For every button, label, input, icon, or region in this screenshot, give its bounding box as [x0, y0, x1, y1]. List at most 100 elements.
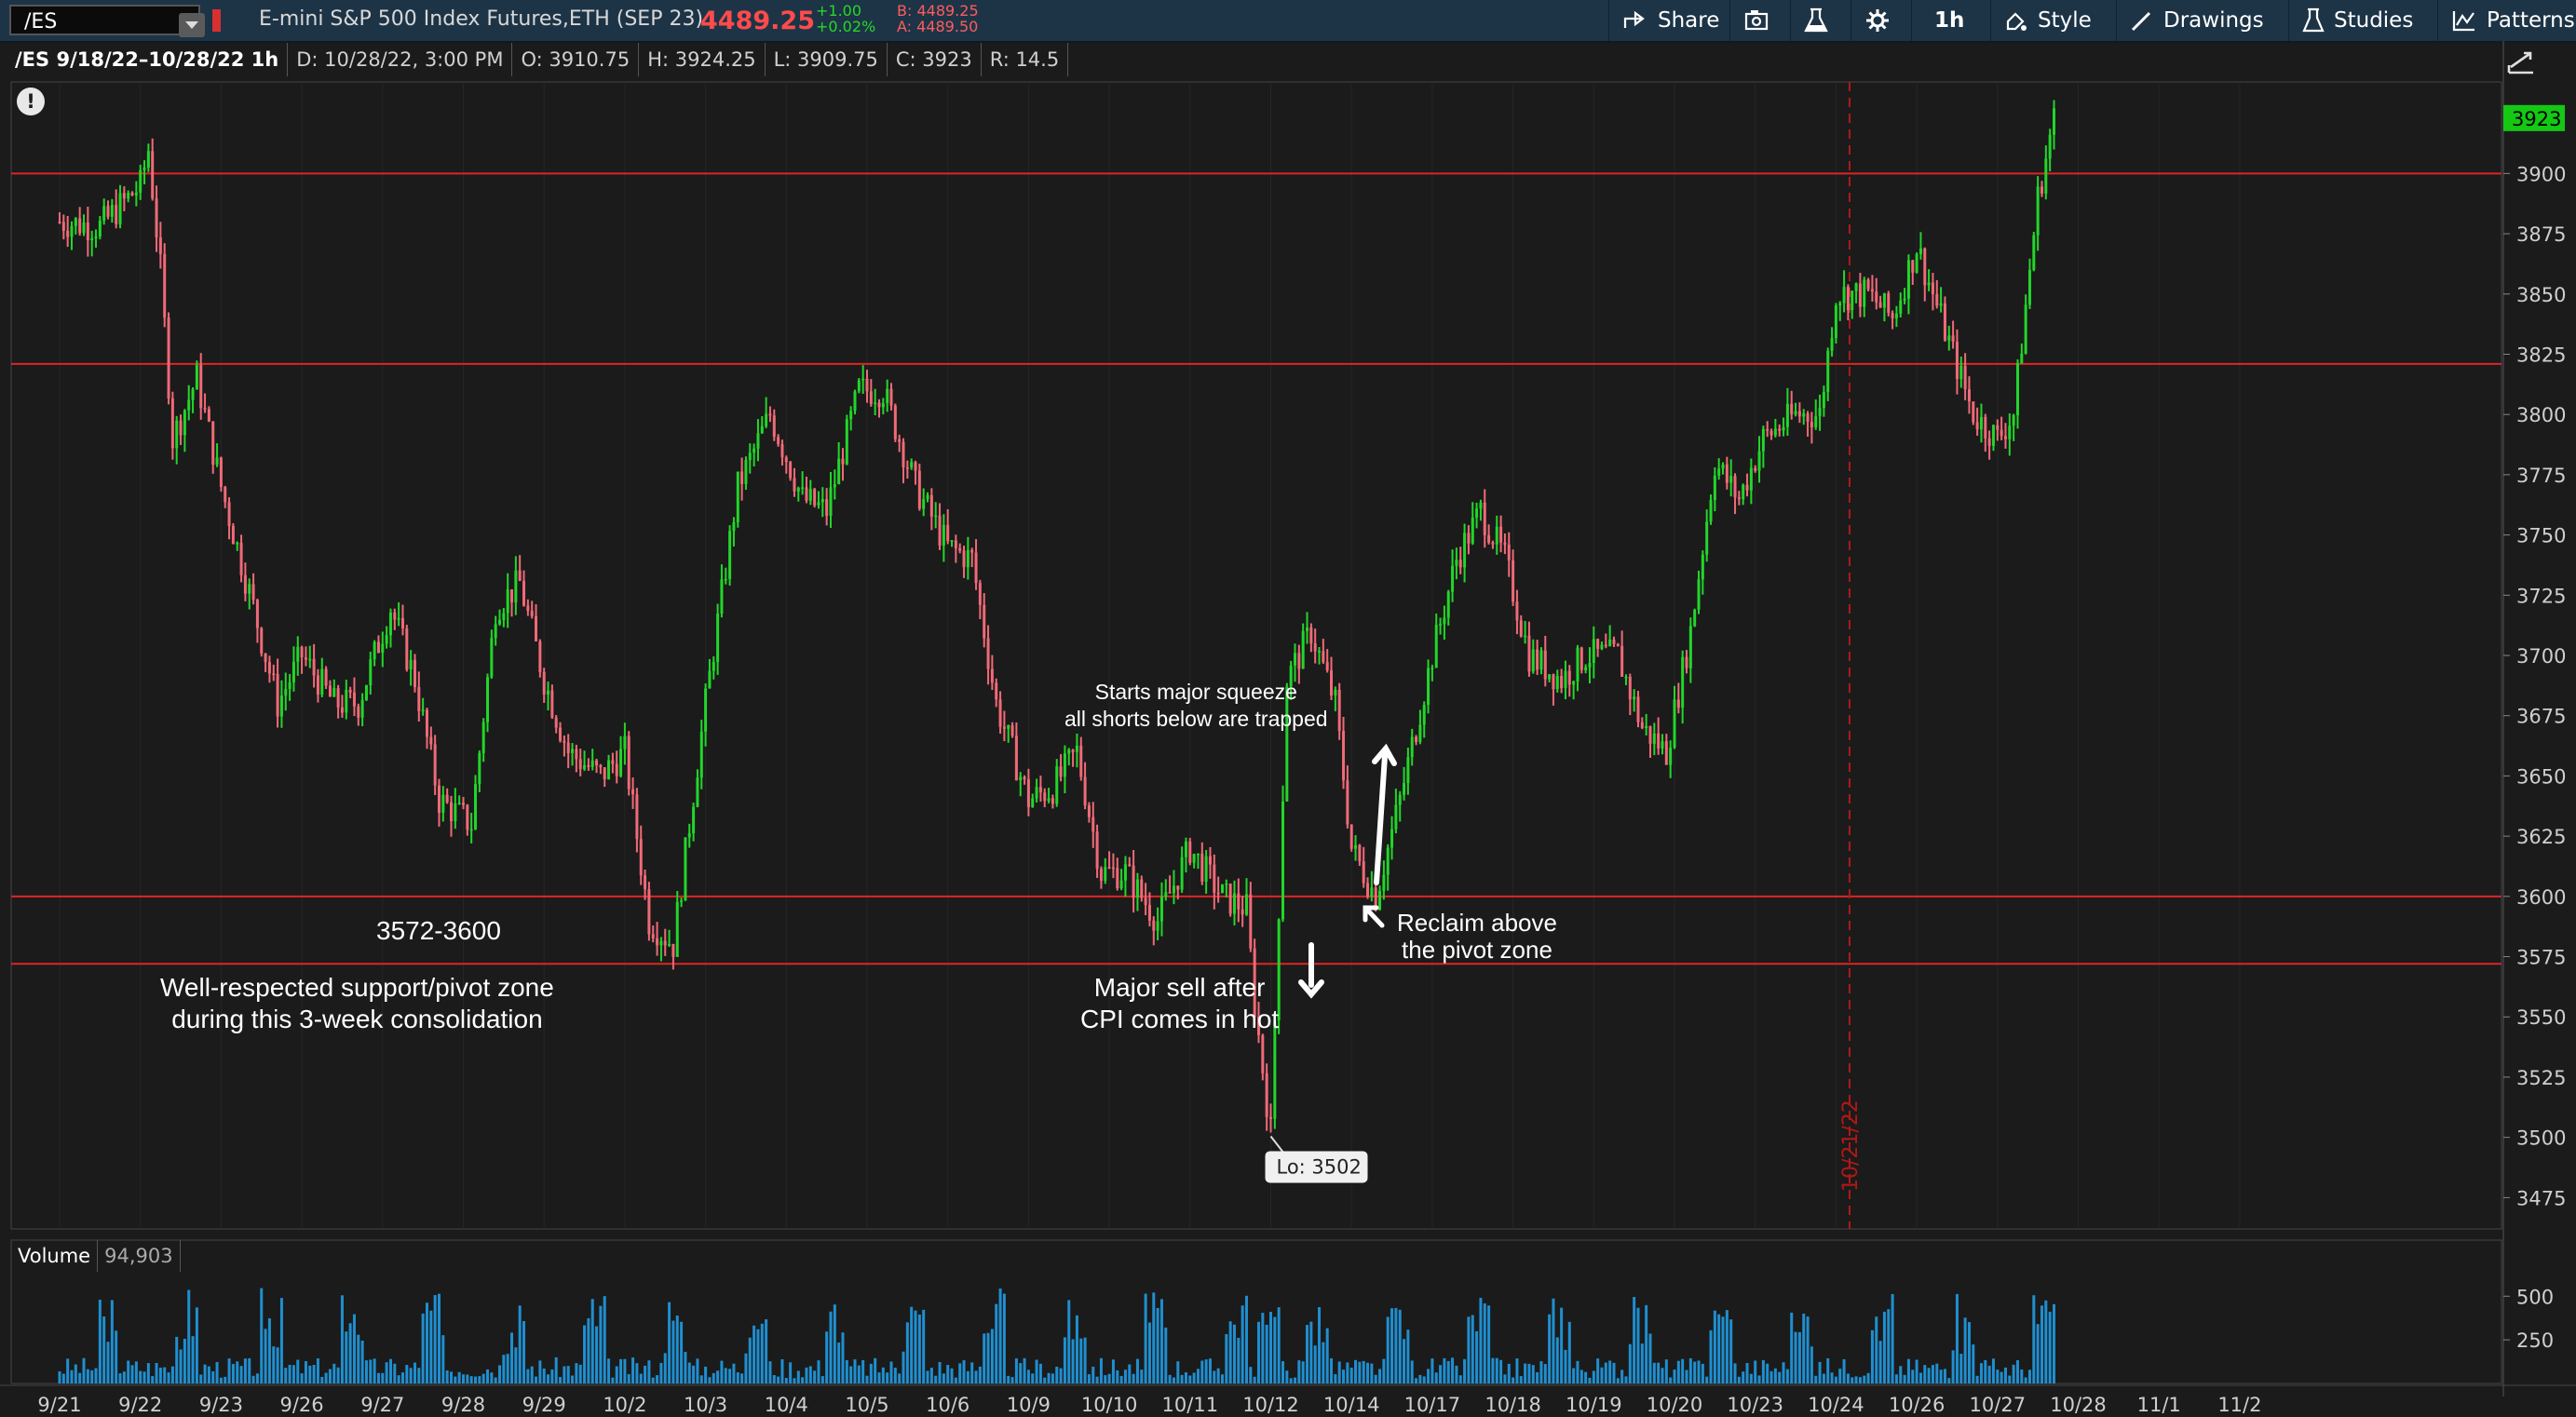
candle-body — [1769, 430, 1773, 436]
candle-body — [1814, 415, 1818, 428]
candle-body — [267, 662, 271, 674]
x-tick-label: 9/22 — [118, 1394, 162, 1416]
candle-body — [130, 192, 134, 196]
volume-bar — [881, 1367, 885, 1383]
candle-body — [1147, 904, 1151, 921]
volume-bar — [1701, 1363, 1704, 1383]
candle-body — [518, 570, 522, 581]
y-tick-label: 3900 — [2516, 163, 2566, 185]
candle-body — [381, 643, 385, 654]
volume-bar — [388, 1358, 392, 1383]
candle-body — [1596, 639, 1600, 649]
candle-body — [127, 192, 130, 199]
volume-bar — [239, 1366, 243, 1383]
x-tick-label: 10/23 — [1727, 1394, 1783, 1416]
volume-bar — [1854, 1376, 1858, 1383]
candle-body — [1608, 639, 1612, 647]
candle-body — [1628, 676, 1632, 700]
candle-body — [623, 735, 627, 749]
y-tick-label: 3875 — [2516, 223, 2566, 246]
candle-body — [1038, 787, 1042, 793]
candle-body — [1685, 656, 1688, 668]
volume-bar — [1265, 1325, 1268, 1383]
volume-bar — [1427, 1369, 1430, 1383]
volume-bar — [1261, 1313, 1265, 1383]
candle-body — [1051, 798, 1054, 804]
volume-bar — [357, 1334, 360, 1383]
candle-body — [336, 688, 340, 708]
volume-bar — [1834, 1376, 1837, 1383]
volume-bar — [841, 1332, 845, 1383]
x-tick-label: 9/29 — [522, 1394, 566, 1416]
candle-body — [348, 689, 352, 693]
volume-bar — [2003, 1367, 2007, 1383]
candle-body — [978, 583, 982, 605]
candle-body — [397, 618, 400, 620]
candle-body — [191, 389, 195, 400]
candle-body — [692, 806, 696, 834]
volume-bar — [583, 1325, 587, 1383]
volume-bar — [1612, 1362, 1616, 1383]
candle-body — [1875, 291, 1878, 303]
candle-body — [1196, 853, 1200, 856]
candle-body — [441, 794, 445, 813]
volume-bar — [1536, 1371, 1539, 1383]
candle-body — [1346, 780, 1349, 825]
volume-bar — [801, 1377, 805, 1383]
volume-bar — [1851, 1377, 1854, 1383]
candle-body — [1754, 467, 1757, 471]
candle-body — [1128, 864, 1132, 866]
volume-bar — [1984, 1359, 1987, 1383]
candle-body — [1067, 749, 1071, 754]
candle-body — [1826, 350, 1830, 393]
volume-bar — [1362, 1360, 1365, 1383]
candle-body — [1451, 565, 1455, 592]
candle-body — [772, 415, 776, 438]
squeeze-annotation: Starts major squeeze all shorts below ar… — [1064, 679, 1328, 733]
volume-bar — [768, 1361, 772, 1383]
candle-body — [2012, 414, 2015, 426]
volume-bar — [1228, 1321, 1232, 1383]
candle-body — [151, 151, 155, 199]
candle-body — [498, 619, 502, 625]
candle-body — [1463, 533, 1467, 568]
volume-bar — [752, 1325, 756, 1383]
zone-title: 3572-3600 — [376, 916, 501, 945]
volume-bar — [195, 1307, 198, 1383]
candle-body — [1479, 502, 1483, 509]
volume-bar — [1483, 1302, 1486, 1383]
candle-body — [712, 661, 715, 671]
y-tick-label: 3750 — [2516, 525, 2566, 547]
volume-bar — [1725, 1310, 1729, 1383]
candle-body — [1673, 699, 1676, 748]
x-tick-label: 10/10 — [1081, 1394, 1138, 1416]
candle-body — [1645, 725, 1648, 729]
volume-bar — [708, 1377, 712, 1383]
candle-body — [1342, 731, 1346, 781]
volume-bar — [696, 1358, 699, 1383]
candle-body — [813, 489, 817, 506]
volume-bar — [535, 1376, 538, 1383]
candle-body — [1600, 644, 1604, 649]
volume-bar — [1749, 1373, 1753, 1383]
candle-body — [478, 752, 481, 785]
volume-bar — [728, 1369, 732, 1383]
volume-bar — [1693, 1361, 1697, 1383]
volume-bar — [1116, 1370, 1119, 1383]
candle-body — [590, 760, 594, 767]
candle-body — [656, 938, 659, 946]
volume-bar — [1346, 1362, 1349, 1383]
volume-bar — [94, 1368, 98, 1383]
candle-body — [1524, 635, 1527, 638]
candle-body — [264, 653, 267, 663]
candle-body — [970, 549, 974, 553]
candle-body — [687, 833, 691, 838]
candle-body — [1560, 675, 1564, 689]
volume-bar — [898, 1373, 902, 1383]
volume-bar — [1588, 1377, 1592, 1383]
volume-bar — [1200, 1360, 1204, 1383]
candle-body — [740, 471, 744, 484]
candle-body — [1306, 627, 1309, 631]
candle-body — [1269, 1116, 1272, 1119]
candle-body — [1870, 289, 1874, 292]
